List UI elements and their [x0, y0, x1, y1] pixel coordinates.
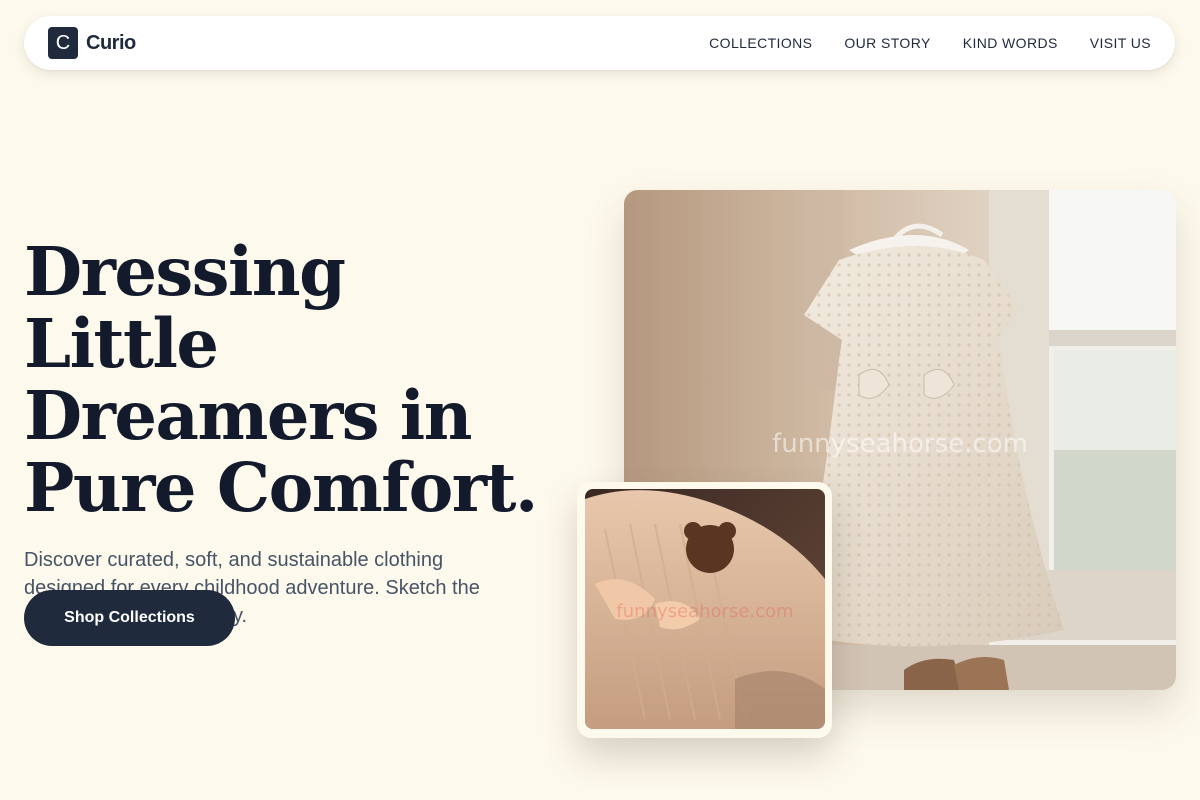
nav-link-visit-us[interactable]: VISIT US [1090, 35, 1151, 51]
hero-text: Dressing Little Dreamers in Pure Comfort… [24, 236, 544, 630]
logo-mark: C [48, 27, 78, 59]
nav-link-collections[interactable]: COLLECTIONS [709, 35, 812, 51]
hero-photo-inset-frame: funnyseahorse.com [577, 482, 832, 738]
hero-headline-line-2: Dreamers in [24, 376, 472, 455]
top-navigation-bar: C Curio COLLECTIONS OUR STORY KIND WORDS… [24, 16, 1175, 70]
nav-link-our-story[interactable]: OUR STORY [844, 35, 930, 51]
inset-photo-watermark: funnyseahorse.com [616, 601, 793, 622]
hero-headline-line-1: Dressing Little [24, 232, 346, 383]
brand-name: Curio [86, 31, 136, 54]
nav-links: COLLECTIONS OUR STORY KIND WORDS VISIT U… [709, 35, 1151, 51]
hero-headline: Dressing Little Dreamers in Pure Comfort… [24, 236, 544, 524]
shop-collections-button[interactable]: Shop Collections [24, 590, 235, 646]
hero-headline-line-3: Pure Comfort. [24, 448, 538, 527]
hero-photo-baby: funnyseahorse.com [585, 489, 825, 729]
brand-logo-link[interactable]: C Curio [48, 27, 136, 59]
main-photo-watermark: funnyseahorse.com [772, 429, 1028, 459]
nav-link-kind-words[interactable]: KIND WORDS [963, 35, 1058, 51]
baby-photo-illustration: funnyseahorse.com [585, 489, 825, 729]
